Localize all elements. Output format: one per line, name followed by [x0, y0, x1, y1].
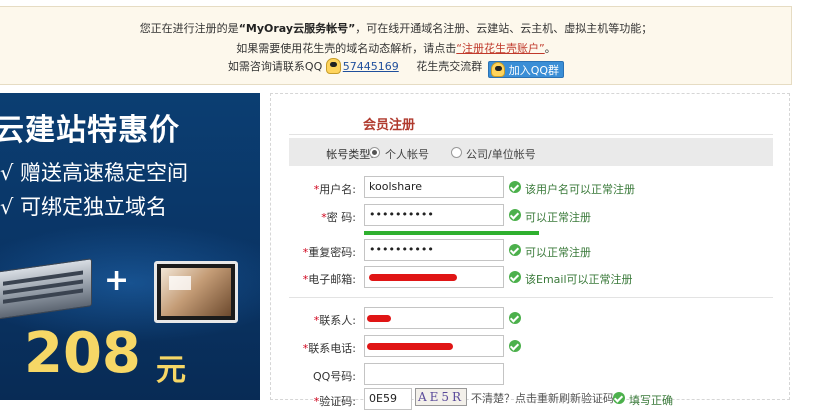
captcha-label: *验证码: [313, 395, 356, 408]
captcha-hint: 填写正确 [629, 394, 673, 407]
password-confirm-hint: 可以正常注册 [525, 246, 591, 259]
email-hint: 该Email可以正常注册 [525, 273, 633, 286]
promo-price: 208 [24, 321, 141, 386]
website-monitor-illustration [154, 261, 238, 323]
notice-line2-suffix: 。 [544, 42, 556, 55]
service-account-name: “MyOray云服务帐号” [238, 22, 356, 35]
qq-icon [325, 58, 341, 74]
radio-company-account[interactable] [451, 147, 462, 158]
promo-feature-2: √ 可绑定独立域名 [0, 195, 168, 219]
username-hint: 该用户名可以正常注册 [525, 183, 635, 196]
join-qq-group-button[interactable]: 加入QQ群 [487, 61, 565, 78]
join-qq-group-label: 加入QQ群 [508, 64, 560, 77]
registration-notice: 您正在进行注册的是“MyOray云服务帐号”，可在线开通域名注册、云建站、云主机… [0, 6, 792, 85]
radio-personal-account[interactable] [369, 147, 380, 158]
form-title: 会员注册 [363, 118, 416, 133]
username-ok-icon [509, 181, 521, 193]
contact-ok-icon [509, 312, 521, 324]
password-label: *密 码: [321, 211, 356, 224]
notice-line-2: 如果需要使用花生壳的域名动态解析，请点击“注册花生壳账户”。 [0, 40, 792, 56]
contact-label: *联系人: [313, 314, 356, 327]
promo-feature-1: √ 赠送高速稳定空间 [0, 161, 189, 185]
qq-number-link[interactable]: 57445169 [343, 60, 399, 73]
password-confirm-label: *重复密码: [302, 246, 356, 259]
plus-sign: + [104, 263, 130, 298]
company-account-label[interactable]: 公司/单位帐号 [466, 146, 536, 162]
email-label: *电子邮箱: [302, 273, 356, 286]
username-input[interactable]: koolshare [364, 176, 504, 198]
password-hint: 可以正常注册 [525, 211, 591, 224]
password-ok-icon [509, 209, 521, 221]
password-strength-bar [364, 231, 539, 235]
account-type-row: 帐号类型: 个人帐号 公司/单位帐号 [289, 138, 773, 166]
account-type-label: 帐号类型: [326, 148, 374, 161]
notice-line1-suffix: ，可在线开通域名注册、云建站、云主机、虚拟主机等功能； [355, 22, 653, 35]
qq-group-label: 花生壳交流群 [416, 60, 483, 73]
phone-ok-icon [509, 340, 521, 352]
title-divider [289, 134, 773, 135]
promo-banner[interactable]: 云建站特惠价 √ 赠送高速稳定空间 √ 可绑定独立域名 + 208 元 [0, 93, 260, 400]
email-ok-icon [509, 271, 521, 283]
promo-title: 云建站特惠价 [0, 113, 180, 148]
register-oray-link[interactable]: “注册花生壳账户” [456, 42, 544, 55]
qq-label: QQ号码: [312, 370, 356, 383]
captcha-refresh-link[interactable]: 不清楚？点击重新刷新验证码 [471, 390, 614, 406]
username-label: *用户名: [313, 183, 356, 196]
password-confirm-input[interactable]: •••••••••• [364, 239, 504, 261]
monitor-screen [161, 268, 231, 316]
phone-label: *联系电话: [302, 342, 356, 355]
captcha-image[interactable]: AE5R [415, 388, 467, 406]
section-divider [289, 297, 773, 298]
notice-line1-prefix: 您正在进行注册的是 [139, 22, 239, 35]
contact-redaction-mark [367, 315, 391, 322]
captcha-ok-icon [613, 392, 625, 404]
qq-group-icon [490, 62, 505, 77]
notice-line-3: 如需咨询请联系QQ 57445169 花生壳交流群 加入QQ群 [0, 58, 792, 78]
price-unit: 元 [156, 353, 186, 388]
phone-redaction-mark [367, 343, 453, 350]
registration-form: 会员注册 帐号类型: 个人帐号 公司/单位帐号 *用户名: koolshare … [270, 93, 790, 410]
qq-input[interactable] [364, 363, 504, 385]
password-confirm-ok-icon [509, 244, 521, 256]
personal-account-label[interactable]: 个人帐号 [385, 146, 429, 162]
email-redaction-mark [369, 274, 457, 281]
contact-qq-label: 如需咨询请联系QQ [227, 60, 323, 73]
notice-line-1: 您正在进行注册的是“MyOray云服务帐号”，可在线开通域名注册、云建站、云主机… [0, 20, 792, 36]
captcha-input[interactable]: 0E59 [364, 388, 412, 410]
password-input[interactable]: •••••••••• [364, 204, 504, 226]
notice-line2-prefix: 如果需要使用花生壳的域名动态解析，请点击 [236, 42, 457, 55]
